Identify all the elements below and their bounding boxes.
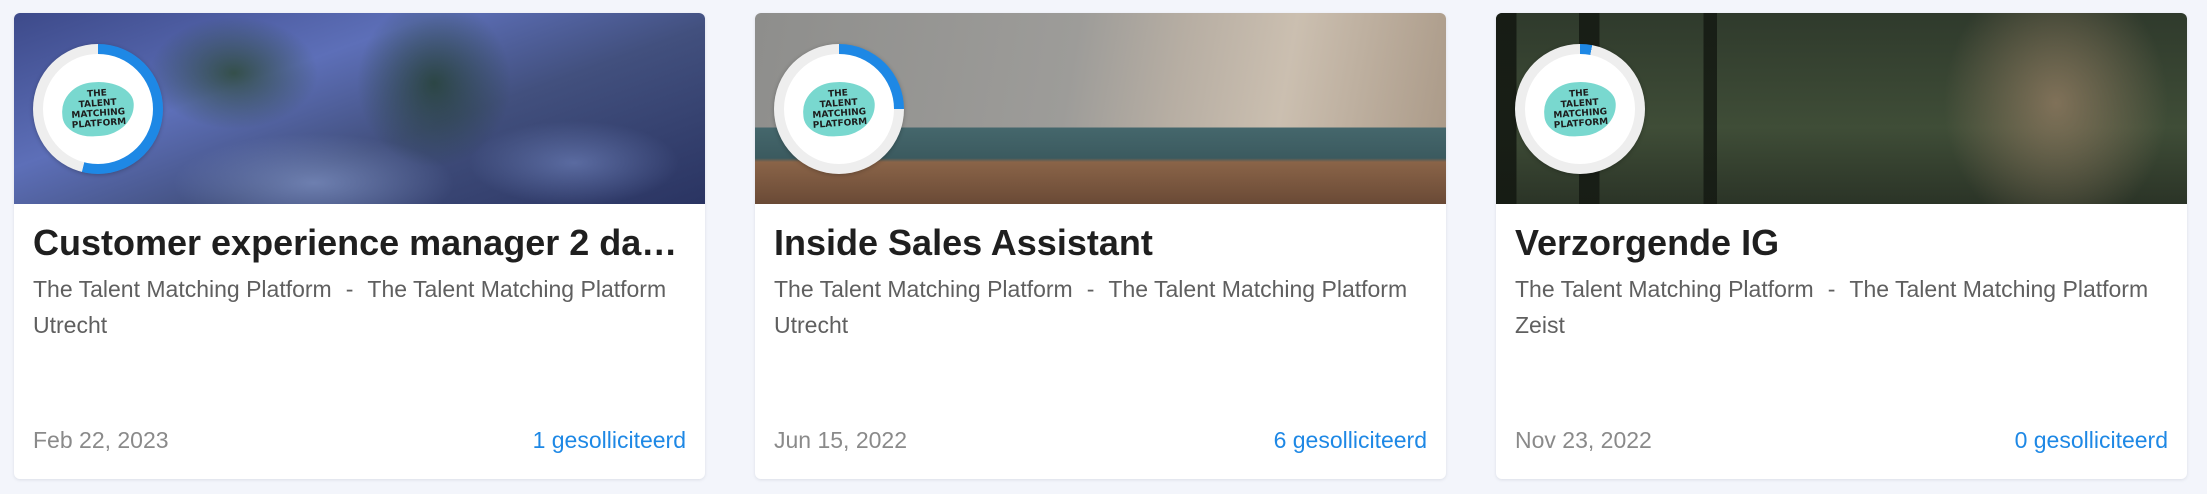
- progress-ring: THE TALENT MATCHING PLATFORM: [33, 44, 163, 174]
- card-footer: Nov 23, 2022 0 gesolliciteerd: [1515, 427, 2168, 454]
- company-name: The Talent Matching Platform: [33, 276, 332, 302]
- logo-badge: THE TALENT MATCHING PLATFORM: [60, 79, 136, 139]
- job-location: Zeist: [1515, 312, 1565, 338]
- applicants-link[interactable]: 0 gesolliciteerd: [2015, 427, 2168, 454]
- job-card[interactable]: THE TALENT MATCHING PLATFORM Verzorgende…: [1496, 13, 2187, 479]
- applicants-link[interactable]: 1 gesolliciteerd: [533, 427, 686, 454]
- job-title[interactable]: Inside Sales Assistant: [774, 221, 1427, 265]
- card-banner-image: THE TALENT MATCHING PLATFORM: [14, 13, 705, 204]
- client-name: The Talent Matching Platform: [1108, 276, 1408, 302]
- job-card[interactable]: THE TALENT MATCHING PLATFORM Customer ex…: [14, 13, 705, 479]
- job-title[interactable]: Customer experience manager 2 days a wee…: [33, 221, 686, 265]
- card-banner-image: THE TALENT MATCHING PLATFORM: [755, 13, 1446, 204]
- progress-ring: THE TALENT MATCHING PLATFORM: [774, 44, 904, 174]
- job-card-list: THE TALENT MATCHING PLATFORM Customer ex…: [14, 13, 2187, 479]
- separator: -: [1086, 276, 1095, 302]
- posted-date: Jun 15, 2022: [774, 427, 908, 453]
- card-footer: Feb 22, 2023 1 gesolliciteerd: [33, 427, 686, 454]
- company-name: The Talent Matching Platform: [1515, 276, 1814, 302]
- company-row: The Talent Matching Platform - The Talen…: [1515, 275, 2168, 303]
- applicants-link[interactable]: 6 gesolliciteerd: [1274, 427, 1427, 454]
- logo-text: THE TALENT MATCHING PLATFORM: [1553, 88, 1609, 131]
- job-title[interactable]: Verzorgende IG: [1515, 221, 2168, 265]
- logo-text: THE TALENT MATCHING PLATFORM: [812, 88, 868, 131]
- logo-text: THE TALENT MATCHING PLATFORM: [71, 88, 127, 131]
- posted-date: Nov 23, 2022: [1515, 427, 1652, 453]
- company-row: The Talent Matching Platform - The Talen…: [774, 275, 1427, 303]
- company-name: The Talent Matching Platform: [774, 276, 1073, 302]
- logo-badge: THE TALENT MATCHING PLATFORM: [1542, 79, 1618, 139]
- progress-ring: THE TALENT MATCHING PLATFORM: [1515, 44, 1645, 174]
- client-name: The Talent Matching Platform: [367, 276, 667, 302]
- posted-date: Feb 22, 2023: [33, 427, 169, 453]
- company-logo: THE TALENT MATCHING PLATFORM: [43, 54, 153, 164]
- separator: -: [345, 276, 354, 302]
- company-logo: THE TALENT MATCHING PLATFORM: [784, 54, 894, 164]
- card-banner-image: THE TALENT MATCHING PLATFORM: [1496, 13, 2187, 204]
- job-location: Utrecht: [33, 312, 108, 338]
- separator: -: [1827, 276, 1836, 302]
- job-location: Utrecht: [774, 312, 849, 338]
- company-logo: THE TALENT MATCHING PLATFORM: [1525, 54, 1635, 164]
- company-row: The Talent Matching Platform - The Talen…: [33, 275, 686, 303]
- logo-badge: THE TALENT MATCHING PLATFORM: [801, 79, 877, 139]
- job-card[interactable]: THE TALENT MATCHING PLATFORM Inside Sale…: [755, 13, 1446, 479]
- client-name: The Talent Matching Platform: [1849, 276, 2149, 302]
- card-footer: Jun 15, 2022 6 gesolliciteerd: [774, 427, 1427, 454]
